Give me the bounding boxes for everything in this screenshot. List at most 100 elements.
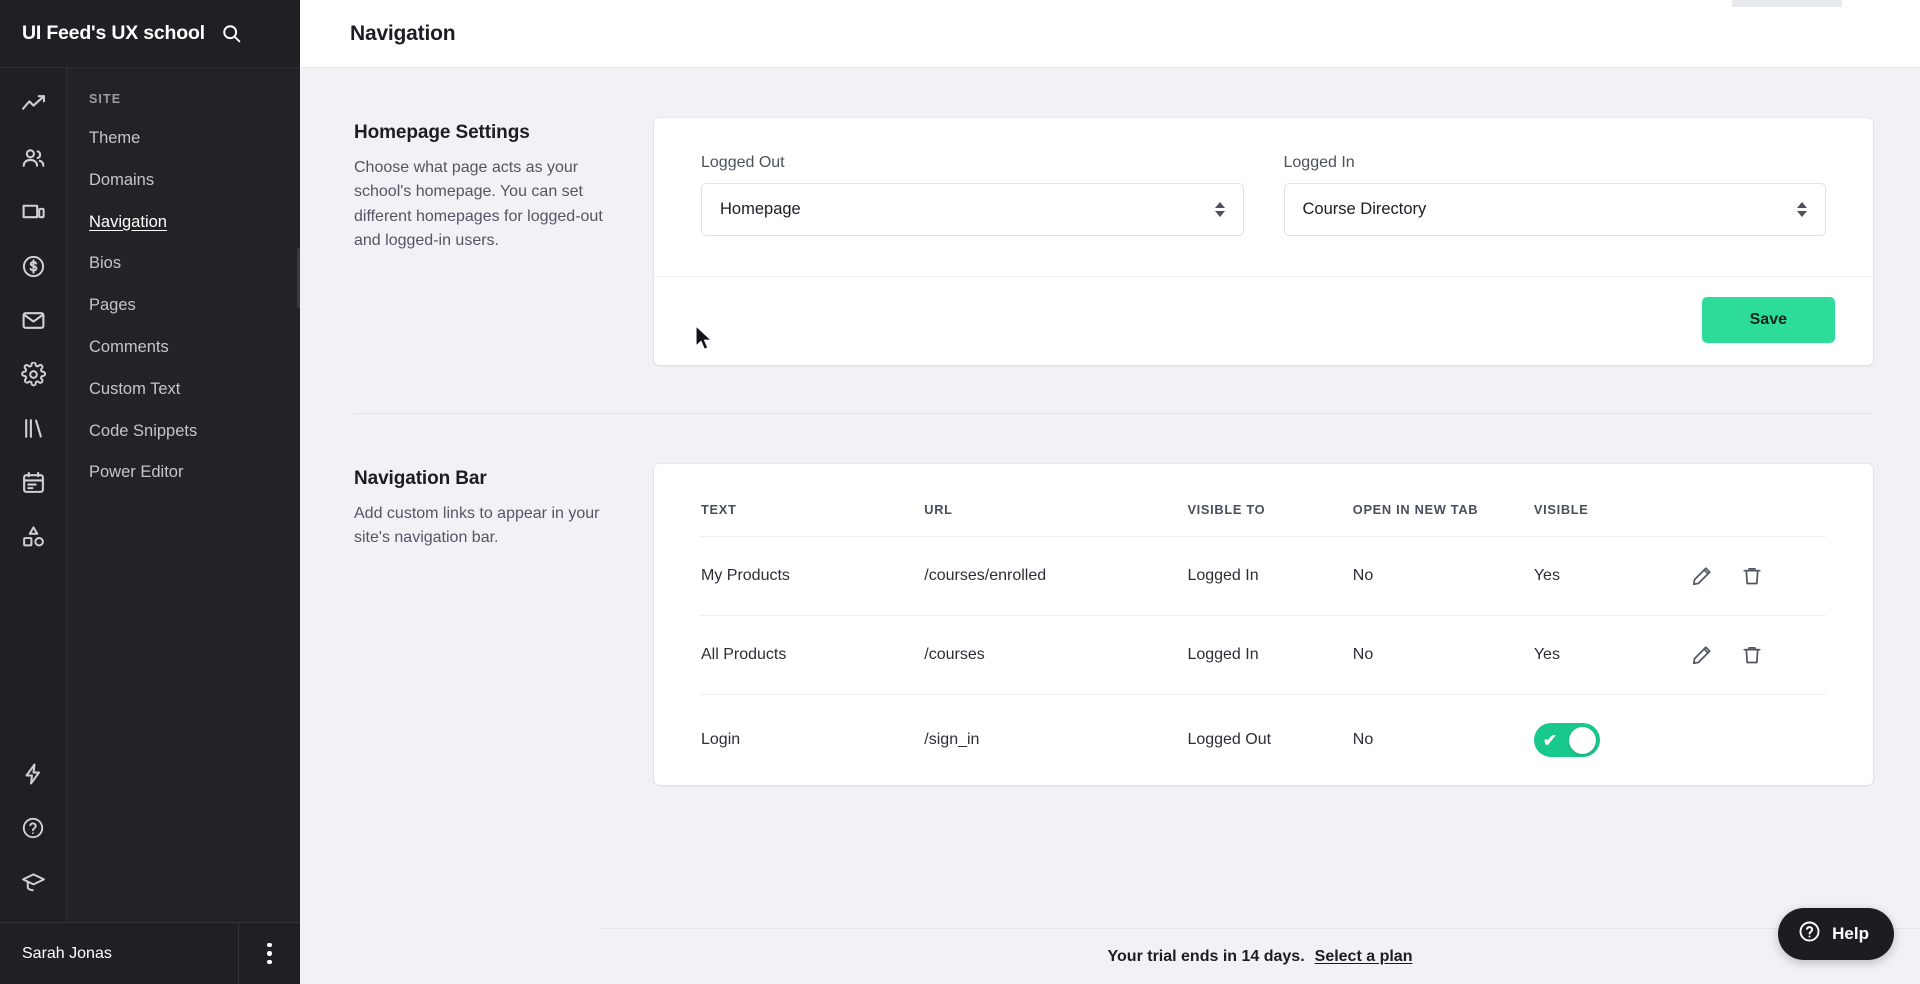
cell-text: Login [701,731,741,748]
navigation-bar-heading: Navigation Bar [354,468,487,489]
chevron-updown-icon [1214,202,1225,217]
devices-icon[interactable] [10,190,56,234]
table-row: Login /sign_in Logged Out No ✔ [701,695,1826,786]
select-a-plan-link[interactable]: Select a plan [1315,948,1413,966]
app-root: UI Feed's UX school SITE Theme Domains N… [0,0,1920,984]
left-navigation: UI Feed's UX school SITE Theme Domains N… [0,0,300,984]
submenu-group-label: SITE [89,92,122,106]
visible-toggle[interactable]: ✔ [1533,723,1600,757]
table-body: My Products /courses/enrolled Logged In … [701,536,1826,786]
sidebar-item-bios[interactable]: Bios [67,243,300,285]
trial-message: Your trial ends in 14 days. [1107,947,1305,965]
content-bottom-spacer [300,785,1920,905]
brand-title: UI Feed's UX school [22,22,205,44]
calendar-icon[interactable] [10,460,56,504]
brand-bar: UI Feed's UX school [0,0,300,68]
kebab-menu-icon[interactable] [238,922,300,984]
sidebar-item-pages[interactable]: Pages [67,285,300,327]
user-bar: Sarah Jonas [0,922,300,984]
chevron-updown-icon [1797,202,1807,217]
trash-icon[interactable] [1741,644,1763,666]
help-button[interactable]: Help [1778,908,1894,960]
cell-actions [1690,536,1826,616]
homepage-settings-section: Homepage Settings Choose what page acts … [300,68,1920,365]
cell-text: All Products [701,615,925,695]
sidebar-item-comments[interactable]: Comments [67,327,300,369]
cell-visible-to: Logged In [1187,536,1353,616]
column-header-open-in-new-tab: OPEN IN NEW TAB [1352,502,1534,537]
library-icon[interactable] [10,406,56,450]
homepage-fields-row: Logged Out Homepage Logged In Course Dir… [701,154,1826,236]
logged-out-field: Logged Out Homepage [701,154,1244,236]
trash-icon[interactable] [1741,565,1763,587]
sidebar-item-navigation[interactable]: Navigation [67,202,300,244]
logged-in-select[interactable]: Course Directory [1283,183,1826,236]
search-icon[interactable] [221,23,243,45]
analytics-icon[interactable] [10,82,56,126]
cell-open-in-new-tab: No [1352,615,1534,695]
sidebar-item-code-snippets[interactable]: Code Snippets [67,411,300,453]
site-submenu: SITE Theme Domains Navigation Bios Pages… [67,68,300,922]
users-icon[interactable] [10,136,56,180]
cell-visible-to: Logged Out [1187,731,1272,748]
column-header-text: TEXT [701,502,925,537]
cell-open-in-new-tab: No [1352,731,1374,748]
pencil-icon[interactable] [1691,644,1713,666]
homepage-settings-card-footer: Save [654,276,1873,365]
pencil-icon[interactable] [1691,565,1713,587]
logged-out-selected-value: Homepage [720,200,801,218]
cell-visible: Yes [1533,615,1691,695]
navigation-bar-section: Navigation Bar Add custom links to appea… [300,414,1920,785]
sidebar-item-theme[interactable]: Theme [67,118,300,160]
cell-url: /sign_in [924,731,980,748]
save-button[interactable]: Save [1701,297,1835,343]
table-head: TEXT URL VISIBLE TO OPEN IN NEW TAB VISI… [701,502,1826,537]
table-header-row: TEXT URL VISIBLE TO OPEN IN NEW TAB VISI… [701,502,1826,537]
email-icon[interactable] [10,298,56,342]
page-title: Navigation [350,21,456,45]
content-scroll-area[interactable]: Homepage Settings Choose what page acts … [300,68,1920,984]
navigation-bar-description-block: Navigation Bar Add custom links to appea… [354,464,654,785]
navigation-bar-card: TEXT URL VISIBLE TO OPEN IN NEW TAB VISI… [654,464,1873,785]
main-area: Navigation Homepage Settings Choose what… [300,0,1920,984]
top-bar: Navigation [300,0,1920,68]
cell-visible: Yes [1533,536,1691,616]
homepage-settings-card-body: Logged Out Homepage Logged In Course Dir… [654,118,1873,276]
top-notch-decoration [1732,0,1842,7]
navigation-bar-card-body: TEXT URL VISIBLE TO OPEN IN NEW TAB VISI… [654,464,1873,785]
rail-bottom-group [10,752,56,922]
table-row: All Products /courses Logged In No Yes [701,615,1826,695]
check-icon: ✔ [1542,730,1558,750]
lightning-icon[interactable] [10,752,56,796]
column-header-actions [1690,502,1826,537]
logged-in-field: Logged In Course Directory [1283,154,1826,236]
cell-visible-to: Logged In [1187,615,1353,695]
toggle-knob [1568,726,1596,754]
shapes-icon[interactable] [10,514,56,558]
help-button-label: Help [1832,924,1869,943]
homepage-settings-card: Logged Out Homepage Logged In Course Dir… [654,118,1873,365]
help-circle-icon[interactable] [10,806,56,850]
user-name[interactable]: Sarah Jonas [0,945,238,963]
column-header-url: URL [924,502,1188,537]
homepage-settings-description: Choose what page acts as your school's h… [354,159,603,249]
cell-actions [1691,695,1826,786]
revenue-icon[interactable] [10,244,56,288]
sidebar-item-power-editor[interactable]: Power Editor [67,452,300,494]
logged-out-select[interactable]: Homepage [701,183,1244,236]
homepage-settings-heading: Homepage Settings [354,122,530,143]
cell-text: My Products [701,536,925,616]
cell-url: /courses/enrolled [924,536,1188,616]
navigation-bar-description: Add custom links to appear in your site'… [354,505,600,547]
graduation-cap-icon[interactable] [10,860,56,904]
logged-out-label: Logged Out [701,154,785,171]
nav-body: SITE Theme Domains Navigation Bios Pages… [0,68,300,922]
trial-banner: Your trial ends in 14 days. Select a pla… [600,928,1920,984]
logged-in-selected-value: Course Directory [1302,200,1427,218]
cell-open-in-new-tab: No [1352,536,1534,616]
navigation-links-table: TEXT URL VISIBLE TO OPEN IN NEW TAB VISI… [701,502,1826,785]
homepage-settings-description-block: Homepage Settings Choose what page acts … [354,118,654,365]
sidebar-item-domains[interactable]: Domains [67,160,300,202]
sidebar-item-custom-text[interactable]: Custom Text [67,369,300,411]
settings-icon[interactable] [10,352,56,396]
